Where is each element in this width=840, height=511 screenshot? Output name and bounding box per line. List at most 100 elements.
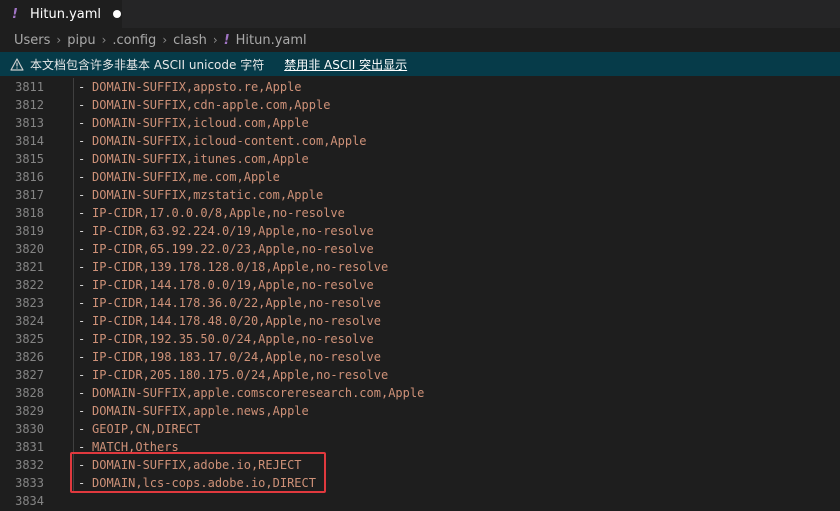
code-text: IP-CIDR,144.178.48.0/20,Apple,no-resolve <box>92 314 381 328</box>
unsaved-dot-icon[interactable] <box>113 10 122 18</box>
indent-guide <box>73 312 74 330</box>
line-number: 3825 <box>15 332 44 346</box>
list-dash: - <box>78 98 86 112</box>
code-line[interactable]: 3812 - DOMAIN-SUFFIX,cdn-apple.com,Apple <box>0 96 840 114</box>
line-number: 3815 <box>15 152 44 166</box>
breadcrumb-item-users[interactable]: Users <box>14 33 50 48</box>
code-line[interactable]: 3834 <box>0 492 840 510</box>
list-dash: - <box>78 386 86 400</box>
line-number: 3830 <box>15 422 44 436</box>
breadcrumb-item-file[interactable]: Hitun.yaml <box>236 33 307 48</box>
list-dash: - <box>78 188 86 202</box>
line-number: 3813 <box>15 116 44 130</box>
list-dash: - <box>78 314 86 328</box>
tab-hitun-yaml[interactable]: ! Hitun.yaml <box>0 0 122 28</box>
indent-guide <box>73 258 74 276</box>
code-text: IP-CIDR,192.35.50.0/24,Apple,no-resolve <box>92 332 374 346</box>
indent-guide <box>73 114 74 132</box>
code-line[interactable]: 3822 - IP-CIDR,144.178.0.0/19,Apple,no-res… <box>0 276 840 294</box>
list-dash: - <box>78 116 86 130</box>
list-dash: - <box>78 368 86 382</box>
line-number: 3824 <box>15 314 44 328</box>
indent-guide <box>73 384 74 402</box>
code-text: IP-CIDR,139.178.128.0/18,Apple,no-resolv… <box>92 260 389 274</box>
tab-bar: ! Hitun.yaml <box>0 0 840 28</box>
line-number: 3822 <box>15 278 44 292</box>
indent-guide <box>73 330 74 348</box>
code-text: DOMAIN-SUFFIX,apple.news,Apple <box>92 404 309 418</box>
code-line[interactable]: 3826 - IP-CIDR,198.183.17.0/24,Apple,no-re… <box>0 348 840 366</box>
indent-guide <box>73 240 74 258</box>
list-dash: - <box>78 80 86 94</box>
code-line[interactable]: 3813 - DOMAIN-SUFFIX,icloud.com,Apple <box>0 114 840 132</box>
code-line[interactable]: 3821 - IP-CIDR,139.178.128.0/18,Apple,no-r… <box>0 258 840 276</box>
code-line[interactable]: 3828 - DOMAIN-SUFFIX,apple.comscoreresearc… <box>0 384 840 402</box>
line-number: 3833 <box>15 476 44 490</box>
breadcrumb-item-pipu[interactable]: pipu <box>67 33 95 48</box>
line-number: 3818 <box>15 206 44 220</box>
chevron-right-icon: › <box>101 33 107 47</box>
banner-message: 本文档包含许多非基本 ASCII unicode 字符 <box>30 57 265 72</box>
line-number: 3831 <box>15 440 44 454</box>
disable-non-ascii-highlight-link[interactable]: 禁用非 ASCII 突出显示 <box>284 56 407 73</box>
indent-guide <box>73 150 74 168</box>
list-dash: - <box>78 296 86 310</box>
code-line[interactable]: 3830 - GEOIP,CN,DIRECT <box>0 420 840 438</box>
list-dash: - <box>78 170 86 184</box>
line-number: 3820 <box>15 242 44 256</box>
line-number: 3834 <box>15 494 44 508</box>
indent-guide <box>73 402 74 420</box>
line-number: 3819 <box>15 224 44 238</box>
code-text: DOMAIN-SUFFIX,icloud-content.com,Apple <box>92 134 367 148</box>
code-line[interactable]: 3820 - IP-CIDR,65.199.22.0/23,Apple,no-res… <box>0 240 840 258</box>
code-text: IP-CIDR,65.199.22.0/23,Apple,no-resolve <box>92 242 374 256</box>
code-text: DOMAIN-SUFFIX,apple.comscoreresearch.com… <box>92 386 425 400</box>
indent-guide <box>73 168 74 186</box>
list-dash: - <box>78 350 86 364</box>
code-line[interactable]: 3823 - IP-CIDR,144.178.36.0/22,Apple,no-re… <box>0 294 840 312</box>
code-text: DOMAIN-SUFFIX,icloud.com,Apple <box>92 116 309 130</box>
code-editor[interactable]: 3811- DOMAIN-SUFFIX,appsto.re,Apple 3812- D… <box>0 76 840 511</box>
list-dash: - <box>78 206 86 220</box>
code-line[interactable]: 3827 - IP-CIDR,205.180.175.0/24,Apple,no-r… <box>0 366 840 384</box>
chevron-right-icon: › <box>56 33 62 47</box>
chevron-right-icon: › <box>162 33 168 47</box>
code-text: IP-CIDR,205.180.175.0/24,Apple,no-resolv… <box>92 368 389 382</box>
breadcrumb: Users › pipu › .config › clash › ! Hitun… <box>0 28 840 52</box>
list-dash: - <box>78 278 86 292</box>
code-line[interactable]: 3817 - DOMAIN-SUFFIX,mzstatic.com,Apple <box>0 186 840 204</box>
indent-guide <box>73 276 74 294</box>
code-text: DOMAIN-SUFFIX,cdn-apple.com,Apple <box>92 98 331 112</box>
code-line[interactable]: 3816 - DOMAIN-SUFFIX,me.com,Apple <box>0 168 840 186</box>
line-number: 3832 <box>15 458 44 472</box>
unicode-warning-banner: 本文档包含许多非基本 ASCII unicode 字符 禁用非 ASCII 突出… <box>0 52 840 76</box>
line-number: 3816 <box>15 170 44 184</box>
breadcrumb-item-config[interactable]: .config <box>112 33 156 48</box>
code-line[interactable]: 3818 - IP-CIDR,17.0.0.0/8,Apple,no-resolve <box>0 204 840 222</box>
list-dash: - <box>78 332 86 346</box>
code-text: IP-CIDR,144.178.0.0/19,Apple,no-resolve <box>92 278 374 292</box>
list-dash: - <box>78 134 86 148</box>
list-dash: - <box>78 422 86 436</box>
code-text: DOMAIN-SUFFIX,me.com,Apple <box>92 170 280 184</box>
code-text: IP-CIDR,198.183.17.0/24,Apple,no-resolve <box>92 350 381 364</box>
line-number: 3828 <box>15 386 44 400</box>
line-number: 3829 <box>15 404 44 418</box>
code-line[interactable]: 3815 - DOMAIN-SUFFIX,itunes.com,Apple <box>0 150 840 168</box>
list-dash: - <box>78 260 86 274</box>
code-line[interactable]: 3814 - DOMAIN-SUFFIX,icloud-content.com,Ap… <box>0 132 840 150</box>
line-number: 3823 <box>15 296 44 310</box>
line-number: 3814 <box>15 134 44 148</box>
code-line[interactable]: 3811 - DOMAIN-SUFFIX,appsto.re,Apple <box>0 78 840 96</box>
line-number: 3827 <box>15 368 44 382</box>
line-number: 3811 <box>15 80 44 94</box>
breadcrumb-item-clash[interactable]: clash <box>173 33 207 48</box>
line-number: 3817 <box>15 188 44 202</box>
code-line[interactable]: 3825 - IP-CIDR,192.35.50.0/24,Apple,no-res… <box>0 330 840 348</box>
code-line[interactable]: 3829 - DOMAIN-SUFFIX,apple.news,Apple <box>0 402 840 420</box>
code-line[interactable]: 3819 - IP-CIDR,63.92.224.0/19,Apple,no-res… <box>0 222 840 240</box>
code-line[interactable]: 3824 - IP-CIDR,144.178.48.0/20,Apple,no-re… <box>0 312 840 330</box>
list-dash: - <box>78 404 86 418</box>
code-text: IP-CIDR,144.178.36.0/22,Apple,no-resolve <box>92 296 381 310</box>
list-dash: - <box>78 152 86 166</box>
